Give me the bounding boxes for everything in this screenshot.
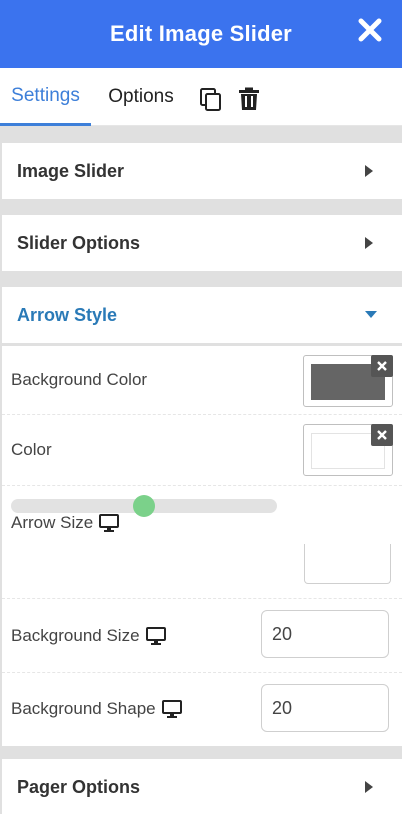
tab-options[interactable]: Options: [100, 68, 182, 126]
section-title-image-slider: Image Slider: [17, 160, 125, 181]
arrow-size-text: Arrow Size: [11, 513, 94, 532]
color-row: Color: [2, 415, 402, 486]
section-title-arrow-style: Arrow Style: [17, 304, 118, 325]
slider-handle[interactable]: [133, 495, 155, 517]
panel-title: Edit Image Slider: [110, 21, 292, 46]
clear-color-icon[interactable]: [371, 355, 393, 377]
clear-color-icon[interactable]: [371, 424, 393, 446]
desktop-icon[interactable]: [161, 700, 182, 718]
caret-down-icon: [365, 311, 377, 318]
caret-right-icon: [365, 165, 373, 177]
background-color-picker[interactable]: [303, 355, 393, 407]
color-picker[interactable]: [303, 424, 393, 476]
arrow-size-row: Arrow Size: [2, 486, 402, 599]
background-size-text: Background Size: [11, 626, 140, 645]
copy-icon[interactable]: [199, 87, 223, 111]
background-size-input[interactable]: [261, 610, 389, 658]
color-label: Color: [11, 440, 52, 459]
background-size-row: Background Size: [2, 599, 402, 673]
background-color-row: Background Color: [2, 346, 402, 415]
background-shape-label: Background Shape: [11, 699, 182, 719]
desktop-icon[interactable]: [145, 627, 166, 645]
section-pager-options[interactable]: Pager Options: [2, 759, 402, 814]
tab-settings[interactable]: Settings: [0, 68, 91, 126]
arrow-size-label: Arrow Size: [11, 513, 120, 533]
panel-header: Edit Image Slider: [0, 0, 402, 68]
arrow-style-panel: Background Color Color Arrow Size Backgr…: [2, 345, 402, 746]
desktop-icon[interactable]: [99, 514, 120, 532]
section-image-slider[interactable]: Image Slider: [2, 143, 402, 199]
section-arrow-style[interactable]: Arrow Style: [2, 287, 402, 343]
background-shape-row: Background Shape: [2, 673, 402, 747]
section-title-pager-options: Pager Options: [17, 776, 141, 797]
background-size-label: Background Size: [11, 626, 166, 646]
background-shape-input[interactable]: [261, 684, 389, 732]
caret-right-icon: [365, 237, 373, 249]
section-title-slider-options: Slider Options: [17, 232, 141, 253]
caret-right-icon: [365, 781, 373, 793]
arrow-size-slider[interactable]: [11, 495, 277, 517]
trash-icon[interactable]: [237, 87, 261, 111]
arrow-size-input[interactable]: [304, 544, 391, 584]
section-slider-options[interactable]: Slider Options: [2, 215, 402, 271]
background-shape-text: Background Shape: [11, 699, 156, 718]
close-icon[interactable]: [356, 16, 384, 44]
tab-bar: Settings Options: [0, 68, 402, 126]
background-color-label: Background Color: [11, 370, 148, 389]
